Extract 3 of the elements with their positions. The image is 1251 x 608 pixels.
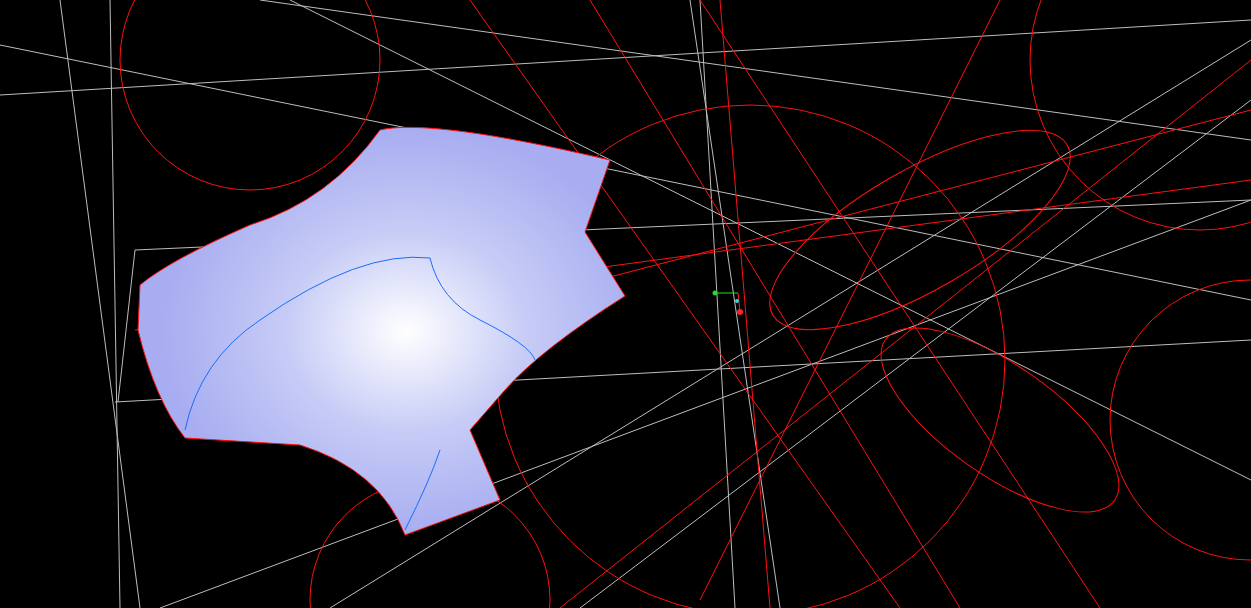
shaded-surface-patch[interactable]	[137, 126, 626, 536]
cad-viewport[interactable]	[0, 0, 1251, 608]
coordinate-axes-icon	[712, 290, 743, 315]
